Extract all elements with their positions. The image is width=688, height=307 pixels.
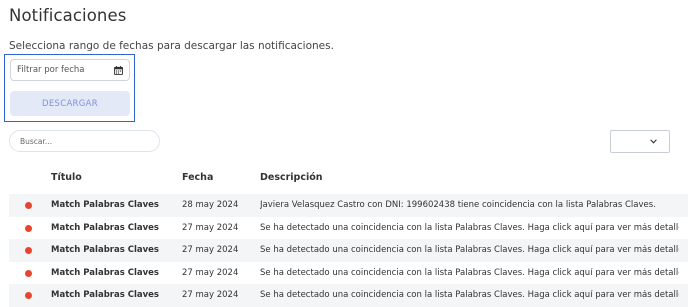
notifications-page: Notificaciones Selecciona rango de fecha…: [0, 0, 688, 307]
date-filter-input[interactable]: Filtrar por fecha: [10, 59, 130, 81]
table-row[interactable]: Match Palabras Claves 27 may 2024 Se ha …: [9, 239, 688, 262]
row-title: Match Palabras Claves: [51, 290, 159, 300]
row-date: 27 may 2024: [182, 245, 239, 255]
row-description: Se ha detectado una coincidencia con la …: [260, 245, 679, 255]
chevron-down-icon: [650, 139, 657, 144]
table-row[interactable]: Match Palabras Claves 28 may 2024 Javier…: [9, 194, 688, 217]
search-input[interactable]: Buscar...: [9, 130, 160, 152]
row-title: Match Palabras Claves: [51, 222, 159, 233]
download-button[interactable]: DESCARGAR: [10, 91, 130, 116]
row-title: Match Palabras Claves: [51, 267, 159, 278]
row-title: Match Palabras Claves: [51, 200, 159, 210]
row-date: 27 may 2024: [182, 267, 239, 278]
row-description: Se ha detectado una coincidencia con la …: [260, 267, 679, 278]
row-title: Match Palabras Claves: [51, 245, 159, 255]
header-description[interactable]: Descripción: [260, 172, 323, 183]
table-row[interactable]: Match Palabras Claves 27 may 2024 Se ha …: [9, 284, 688, 307]
row-date: 27 may 2024: [182, 290, 239, 300]
status-dot-icon: [25, 202, 32, 209]
header-title[interactable]: Título: [51, 172, 82, 183]
page-subtitle: Selecciona rango de fechas para descarga…: [9, 40, 334, 52]
status-dot-icon: [25, 224, 32, 232]
row-date: 28 may 2024: [182, 200, 239, 210]
date-filter-placeholder: Filtrar por fecha: [17, 65, 85, 75]
page-title: Notificaciones: [9, 6, 127, 25]
table-row[interactable]: Match Palabras Claves 27 may 2024 Se ha …: [9, 262, 688, 285]
row-description: Se ha detectado una coincidencia con la …: [260, 290, 679, 300]
page-size-select[interactable]: [610, 130, 670, 153]
row-date: 27 may 2024: [182, 222, 239, 233]
status-dot-icon: [25, 247, 32, 254]
status-dot-icon: [25, 292, 32, 299]
row-description: Javiera Velasquez Castro con DNI: 199602…: [260, 200, 656, 210]
status-dot-icon: [25, 269, 32, 277]
row-description: Se ha detectado una coincidencia con la …: [260, 222, 679, 233]
calendar-icon[interactable]: [114, 66, 123, 75]
header-date[interactable]: Fecha: [182, 172, 213, 183]
search-placeholder: Buscar...: [20, 137, 53, 146]
table-row[interactable]: Match Palabras Claves 27 may 2024 Se ha …: [9, 217, 688, 240]
